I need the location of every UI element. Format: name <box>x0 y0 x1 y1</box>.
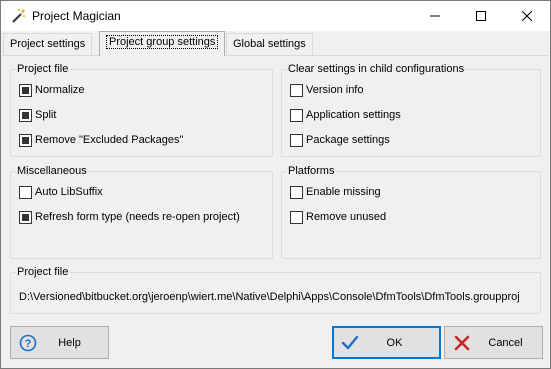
checkbox-box[interactable] <box>19 210 32 224</box>
project-file-group: Project file Normalize Split Remove "Exc… <box>10 63 273 157</box>
checkbox-label: Application settings <box>306 109 401 121</box>
tab-label: Project group settings <box>106 35 219 49</box>
group-title: Project file <box>16 266 70 278</box>
miscellaneous-group: Miscellaneous Auto LibSuffix Refresh for… <box>10 165 273 259</box>
checkbox-label: Package settings <box>306 134 390 146</box>
tab-label: Global settings <box>233 38 306 50</box>
tab-project-settings[interactable]: Project settings <box>3 33 93 55</box>
ok-label: OK <box>386 336 403 349</box>
tab-global-settings[interactable]: Global settings <box>226 33 313 55</box>
checkbox-box[interactable] <box>290 83 303 97</box>
help-button[interactable]: ? Help <box>10 326 109 359</box>
tab-strip: Project settings Project group settings … <box>1 31 550 56</box>
version-info-checkbox[interactable]: Version info <box>290 83 363 97</box>
maximize-icon <box>476 11 486 21</box>
checkbox-box[interactable] <box>19 108 32 122</box>
tab-project-group-settings[interactable]: Project group settings <box>99 31 226 56</box>
minimize-button[interactable] <box>412 1 458 31</box>
checkbox-box[interactable] <box>290 210 303 224</box>
refresh-form-type-checkbox[interactable]: Refresh form type (needs re-open project… <box>19 210 240 224</box>
checkbox-box[interactable] <box>290 185 303 199</box>
magic-wand-icon <box>12 9 25 23</box>
maximize-button[interactable] <box>458 1 504 31</box>
checkbox-label: Remove unused <box>306 211 387 223</box>
enable-missing-checkbox[interactable]: Enable missing <box>290 185 381 199</box>
checkbox-box[interactable] <box>19 185 32 199</box>
close-button[interactable] <box>504 1 550 31</box>
checkbox-label: Normalize <box>35 84 85 96</box>
remove-unused-checkbox[interactable]: Remove unused <box>290 210 386 224</box>
minimize-icon <box>430 15 440 17</box>
checkbox-label: Auto LibSuffix <box>35 186 103 198</box>
help-label: Help <box>58 336 81 349</box>
cancel-label: Cancel <box>488 336 523 349</box>
checkbox-box[interactable] <box>290 133 303 147</box>
group-title: Platforms <box>287 165 336 177</box>
auto-libsuffix-checkbox[interactable]: Auto LibSuffix <box>19 185 103 199</box>
group-title: Project file <box>16 63 70 75</box>
checkbox-label: Refresh form type (needs re-open project… <box>35 211 240 223</box>
checkbox-label: Split <box>35 109 57 121</box>
platforms-group: Platforms Enable missing Remove unused <box>281 165 541 259</box>
ok-button[interactable]: OK <box>332 326 441 359</box>
checkbox-box[interactable] <box>290 108 303 122</box>
checkbox-label: Remove "Excluded Packages" <box>35 134 184 146</box>
clear-settings-group: Clear settings in child configurations V… <box>281 63 541 157</box>
group-title: Miscellaneous <box>16 165 88 177</box>
checkbox-label: Enable missing <box>306 186 381 198</box>
checkbox-box[interactable] <box>19 83 32 97</box>
split-checkbox[interactable]: Split <box>19 108 56 122</box>
remove-excluded-packages-checkbox[interactable]: Remove "Excluded Packages" <box>19 133 183 147</box>
checkbox-box[interactable] <box>19 133 32 147</box>
tab-label: Project settings <box>10 38 86 50</box>
cancel-button[interactable]: Cancel <box>444 326 543 359</box>
window-title: Project Magician <box>32 9 121 23</box>
normalize-checkbox[interactable]: Normalize <box>19 83 85 97</box>
application-settings-checkbox[interactable]: Application settings <box>290 108 401 122</box>
app-window: Project Magician Project settings Projec… <box>0 0 551 369</box>
package-settings-checkbox[interactable]: Package settings <box>290 133 390 147</box>
checkbox-label: Version info <box>306 84 364 96</box>
title-bar[interactable]: Project Magician <box>1 1 550 31</box>
close-icon <box>522 11 532 21</box>
project-file-path: D:\Versioned\bitbucket.org\jeroenp\wiert… <box>19 291 520 303</box>
group-title: Clear settings in child configurations <box>287 63 466 75</box>
